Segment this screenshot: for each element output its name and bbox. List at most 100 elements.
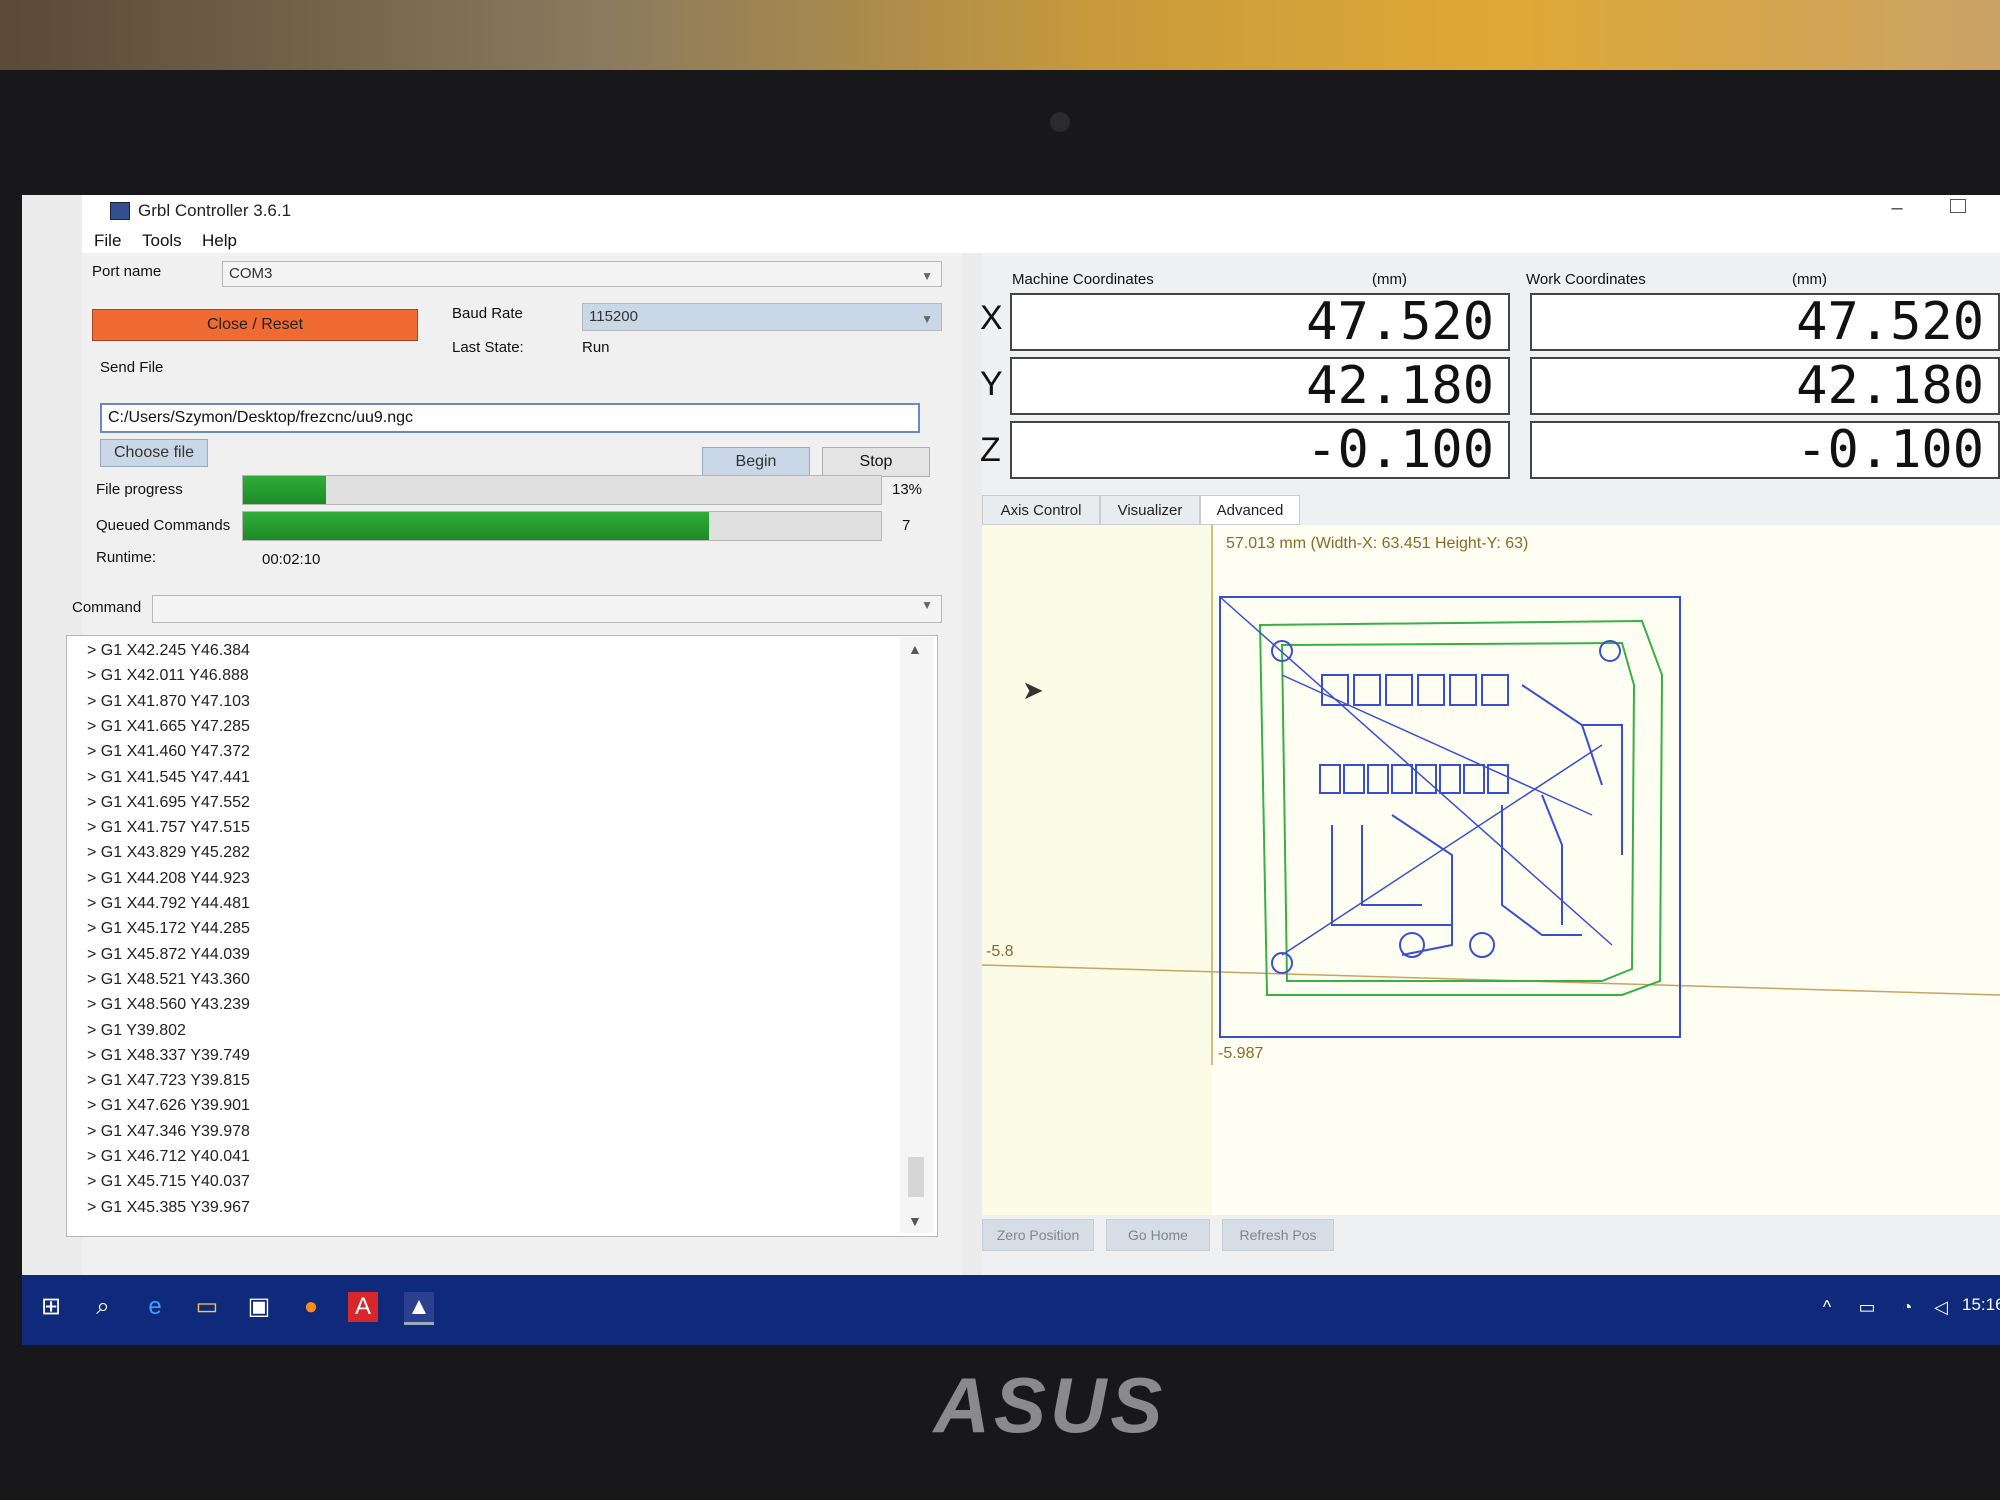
search-icon[interactable]: ⌕ <box>88 1292 118 1322</box>
menu-tools[interactable]: Tools <box>142 231 182 251</box>
scroll-up-icon[interactable]: ▲ <box>908 641 922 657</box>
begin-button[interactable]: Begin <box>702 447 810 477</box>
zero-position-button[interactable]: Zero Position <box>982 1219 1094 1251</box>
tab-visualizer[interactable]: Visualizer <box>1100 495 1200 525</box>
log-line: > G1 Y39.802 <box>87 1021 186 1039</box>
stop-button[interactable]: Stop <box>822 447 930 477</box>
command-log[interactable]: > G1 X42.245 Y46.384 > G1 X42.011 Y46.888… <box>66 635 938 1237</box>
log-line: > G1 X42.011 Y46.888 <box>87 667 249 685</box>
app-icon <box>110 202 130 220</box>
log-line: > G1 X41.460 Y47.372 <box>87 743 250 761</box>
log-line: > G1 X45.385 Y39.967 <box>87 1198 250 1216</box>
axis-y-label: Y <box>980 365 1003 403</box>
acrobat-icon[interactable]: A <box>348 1292 378 1322</box>
queued-commands-bar <box>242 511 882 541</box>
log-line: > G1 X45.715 Y40.037 <box>87 1173 250 1191</box>
runtime-value: 00:02:10 <box>262 551 321 568</box>
log-line: > G1 X47.626 Y39.901 <box>87 1097 250 1115</box>
board-outline <box>1258 619 1664 996</box>
log-line: > G1 X41.757 Y47.515 <box>87 819 250 837</box>
last-state-value: Run <box>582 339 610 356</box>
chevron-down-icon: ▼ <box>921 312 933 326</box>
queued-commands-count: 7 <box>902 517 911 534</box>
window-title: Grbl Controller 3.6.1 <box>138 201 292 220</box>
last-state-label: Last State: <box>452 339 524 356</box>
file-path-input[interactable]: C:/Users/Szymon/Desktop/frezcnc/uu9.ngc <box>100 403 920 433</box>
volume-icon[interactable]: ◁ <box>1926 1292 1956 1322</box>
choose-file-button[interactable]: Choose file <box>100 439 208 467</box>
machine-z-readout: -0.100 <box>1010 421 1510 479</box>
log-line: > G1 X43.829 Y45.282 <box>87 844 250 862</box>
log-scrollbar[interactable]: ▲ ▼ <box>900 637 934 1233</box>
baud-label: Baud Rate <box>452 305 523 322</box>
log-line: > G1 X44.792 Y44.481 <box>87 895 250 912</box>
machine-x-readout: 47.520 <box>1010 293 1510 351</box>
taskbar-time: 15:16 <box>1962 1295 2000 1314</box>
log-line: > G1 X44.208 Y44.923 <box>87 869 250 887</box>
maximize-button[interactable] <box>1950 199 1966 213</box>
command-label: Command <box>72 599 142 616</box>
send-file-label: Send File <box>100 359 164 376</box>
tab-axis-control[interactable]: Axis Control <box>982 495 1100 525</box>
battery-icon[interactable]: ▭ <box>1852 1292 1882 1322</box>
laptop-brand-logo: ASUS <box>933 1361 1167 1449</box>
refresh-pos-button[interactable]: Refresh Pos <box>1222 1219 1334 1251</box>
file-progress-label: File progress <box>96 481 183 498</box>
toolpath-svg <box>981 525 2000 1215</box>
work-z-readout: -0.100 <box>1530 421 2000 479</box>
work-unit-label: (mm) <box>1792 271 1827 288</box>
log-line: > G1 X45.172 Y44.285 <box>87 920 250 938</box>
port-value: COM3 <box>229 265 273 282</box>
mouse-cursor-icon: ➤ <box>1022 675 1044 705</box>
work-y-readout: 42.180 <box>1530 357 2000 415</box>
go-home-button[interactable]: Go Home <box>1106 1219 1210 1251</box>
firefox-icon[interactable]: ● <box>296 1292 326 1322</box>
file-progress-percent: 13% <box>892 481 923 498</box>
log-line: > G1 X41.665 Y47.285 <box>87 717 250 735</box>
log-line: > G1 X42.245 Y46.384 <box>87 642 250 659</box>
queued-commands-fill <box>243 512 709 540</box>
port-select[interactable]: COM3 ▼ <box>222 261 942 287</box>
webcam <box>1050 112 1070 132</box>
menu-bar <box>82 227 2000 253</box>
log-line: > G1 X48.560 Y43.239 <box>87 996 250 1014</box>
work-x-readout: 47.520 <box>1530 293 2000 351</box>
visualizer-info: 57.013 mm (Width-X: 63.451 Height-Y: 63) <box>1226 535 1529 552</box>
log-line: > G1 X47.346 Y39.978 <box>87 1122 250 1140</box>
y-origin-label: -5.987 <box>1218 1045 1264 1062</box>
log-scrollbar-thumb[interactable] <box>908 1157 924 1197</box>
chevron-down-icon: ▼ <box>921 269 933 283</box>
file-progress-bar <box>242 475 882 505</box>
baud-value: 115200 <box>589 308 638 325</box>
windows-start-icon[interactable]: ⊞ <box>36 1292 66 1322</box>
chevron-up-icon[interactable]: ^ <box>1812 1292 1842 1322</box>
log-line: > G1 X48.521 Y43.360 <box>87 970 250 988</box>
store-icon[interactable]: ▣ <box>244 1292 274 1322</box>
log-line: > G1 X41.695 Y47.552 <box>87 793 250 811</box>
close-reset-button[interactable]: Close / Reset <box>92 309 418 341</box>
file-explorer-icon[interactable]: ▭ <box>192 1292 222 1322</box>
menu-file[interactable]: File <box>94 231 121 251</box>
tab-advanced[interactable]: Advanced <box>1200 495 1300 525</box>
edge-icon[interactable]: e <box>140 1292 170 1322</box>
machine-y-readout: 42.180 <box>1010 357 1510 415</box>
log-line: > G1 X41.545 Y47.441 <box>87 768 250 786</box>
axis-z-label: Z <box>980 431 1001 469</box>
x-origin-label: -5.8 <box>986 943 1014 960</box>
work-coordinates-label: Work Coordinates <box>1526 271 1646 288</box>
log-line: > G1 X47.723 Y39.815 <box>87 1072 250 1090</box>
scroll-down-icon[interactable]: ▼ <box>908 1213 922 1229</box>
visualizer-canvas[interactable]: 57.013 mm (Width-X: 63.451 Height-Y: 63)… <box>981 525 2000 1215</box>
grbl-controller-icon[interactable]: ▲ <box>404 1292 434 1325</box>
log-line: > G1 X46.712 Y40.041 <box>87 1148 250 1165</box>
menu-help[interactable]: Help <box>202 231 237 251</box>
baud-select[interactable]: 115200 ▼ <box>582 303 942 331</box>
command-input[interactable]: ▼ <box>152 595 942 623</box>
minimize-button[interactable]: – <box>1882 197 1912 220</box>
screen: Grbl Controller 3.6.1 – File Tools Help … <box>22 195 2000 1345</box>
log-line: > G1 X41.870 Y47.103 <box>87 692 250 710</box>
port-label: Port name <box>92 263 162 280</box>
machine-coordinates-label: Machine Coordinates <box>1012 271 1154 288</box>
wifi-icon[interactable]: ◔ <box>1892 1292 1922 1322</box>
title-bar <box>82 195 2000 227</box>
